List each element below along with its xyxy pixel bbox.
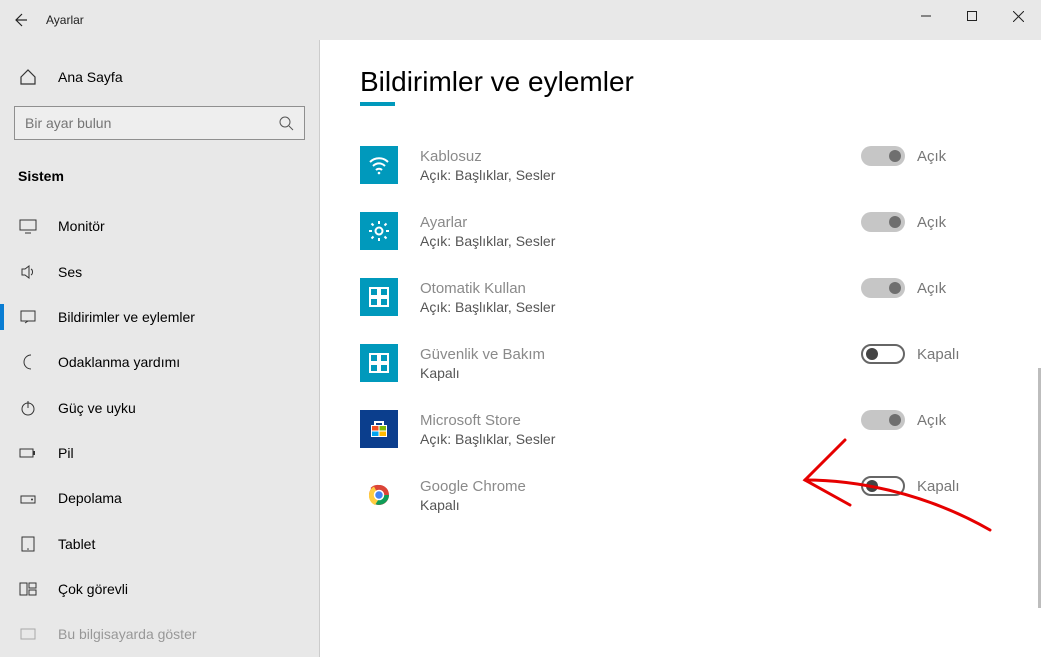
sidebar-item-label: Depolama [58, 490, 122, 506]
sidebar-group-label: Sistem [0, 154, 319, 204]
sidebar-item-tablet[interactable]: Tablet [0, 521, 319, 566]
app-info: Microsoft Store Açık: Başlıklar, Sesler [420, 410, 861, 447]
home-icon [18, 68, 38, 86]
app-name: Güvenlik ve Bakım [420, 346, 861, 363]
toggle-state-label: Açık [917, 214, 946, 231]
grid-icon [360, 344, 398, 382]
page-title-underline [360, 102, 395, 106]
app-subtext: Açık: Başlıklar, Sesler [420, 167, 861, 183]
search-input[interactable] [25, 115, 278, 131]
tablet-icon [18, 535, 38, 553]
sidebar-item-label: Odaklanma yardımı [58, 354, 180, 370]
app-info: Kablosuz Açık: Başlıklar, Sesler [420, 146, 861, 183]
app-info: Google Chrome Kapalı [420, 476, 861, 513]
toggle-switch[interactable] [861, 476, 905, 496]
chrome-icon [360, 476, 398, 514]
app-info: Otomatik Kullan Açık: Başlıklar, Sesler [420, 278, 861, 315]
notification-icon [18, 308, 38, 326]
sidebar: Ana Sayfa Sistem Monitör Ses Bildirimler… [0, 40, 320, 657]
window-title: Ayarlar [46, 13, 84, 27]
store-icon [360, 410, 398, 448]
sidebar-item-storage[interactable]: Depolama [0, 476, 319, 521]
wifi-icon [360, 146, 398, 184]
sidebar-item-label: Monitör [58, 218, 105, 234]
sidebar-item-label: Çok görevli [58, 581, 128, 597]
minimize-button[interactable] [903, 0, 949, 32]
sidebar-item-label: Pil [58, 445, 74, 461]
close-button[interactable] [995, 0, 1041, 32]
app-name: Google Chrome [420, 478, 861, 495]
sidebar-item-label: Güç ve uyku [58, 400, 136, 416]
app-subtext: Kapalı [420, 365, 861, 381]
app-row[interactable]: Google Chrome Kapalı Kapalı [360, 462, 1001, 528]
toggle-switch[interactable] [861, 146, 905, 166]
sidebar-item-focus[interactable]: Odaklanma yardımı [0, 340, 319, 385]
toggle-switch[interactable] [861, 410, 905, 430]
minimize-icon [921, 11, 931, 21]
sidebar-item-multitask[interactable]: Çok görevli [0, 566, 319, 611]
sidebar-item-notifications[interactable]: Bildirimler ve eylemler [0, 294, 319, 339]
maximize-button[interactable] [949, 0, 995, 32]
home-label: Ana Sayfa [58, 69, 123, 85]
grid-icon [360, 278, 398, 316]
app-subtext: Kapalı [420, 497, 861, 513]
sidebar-item-monitor[interactable]: Monitör [0, 204, 319, 249]
toggle-state-label: Açık [917, 280, 946, 297]
sidebar-item-label: Ses [58, 264, 82, 280]
app-info: Ayarlar Açık: Başlıklar, Sesler [420, 212, 861, 249]
toggle-state-label: Kapalı [917, 346, 960, 363]
project-icon [18, 625, 38, 643]
app-subtext: Açık: Başlıklar, Sesler [420, 431, 861, 447]
app-name: Microsoft Store [420, 412, 861, 429]
app-row[interactable]: Ayarlar Açık: Başlıklar, Sesler Açık [360, 198, 1001, 264]
battery-icon [18, 444, 38, 462]
search-box[interactable] [14, 106, 305, 140]
sound-icon [18, 263, 38, 281]
home-link[interactable]: Ana Sayfa [0, 58, 319, 96]
sidebar-item-label: Tablet [58, 536, 95, 552]
app-row[interactable]: Kablosuz Açık: Başlıklar, Sesler Açık [360, 132, 1001, 198]
app-name: Kablosuz [420, 148, 861, 165]
app-info: Güvenlik ve Bakım Kapalı [420, 344, 861, 381]
toggle-switch[interactable] [861, 278, 905, 298]
sidebar-item-project[interactable]: Bu bilgisayarda göster [0, 612, 319, 657]
sidebar-item-power[interactable]: Güç ve uyku [0, 385, 319, 430]
app-row[interactable]: Microsoft Store Açık: Başlıklar, Sesler Aç… [360, 396, 1001, 462]
toggle-state-label: Açık [917, 148, 946, 165]
app-name: Otomatik Kullan [420, 280, 861, 297]
sidebar-item-battery[interactable]: Pil [0, 430, 319, 475]
sidebar-item-sound[interactable]: Ses [0, 249, 319, 294]
storage-icon [18, 489, 38, 507]
multitask-icon [18, 580, 38, 598]
app-row[interactable]: Otomatik Kullan Açık: Başlıklar, Sesler Aç… [360, 264, 1001, 330]
page-title: Bildirimler ve eylemler [360, 66, 1001, 98]
app-subtext: Açık: Başlıklar, Sesler [420, 299, 861, 315]
maximize-icon [967, 11, 977, 21]
toggle-switch[interactable] [861, 344, 905, 364]
toggle-state-label: Kapalı [917, 478, 960, 495]
sidebar-item-label: Bu bilgisayarda göster [58, 626, 197, 642]
main-content: Bildirimler ve eylemler Kablosuz Açık: Ba… [320, 40, 1041, 657]
toggle-state-label: Açık [917, 412, 946, 429]
monitor-icon [18, 217, 38, 235]
app-subtext: Açık: Başlıklar, Sesler [420, 233, 861, 249]
arrow-left-icon [12, 12, 28, 28]
app-row[interactable]: Güvenlik ve Bakım Kapalı Kapalı [360, 330, 1001, 396]
titlebar: Ayarlar [0, 0, 1041, 40]
search-icon [278, 115, 294, 131]
power-icon [18, 399, 38, 417]
close-icon [1013, 11, 1024, 22]
moon-icon [18, 353, 38, 371]
sidebar-item-label: Bildirimler ve eylemler [58, 309, 195, 325]
toggle-switch[interactable] [861, 212, 905, 232]
back-button[interactable] [0, 0, 40, 40]
app-name: Ayarlar [420, 214, 861, 231]
gear-icon [360, 212, 398, 250]
